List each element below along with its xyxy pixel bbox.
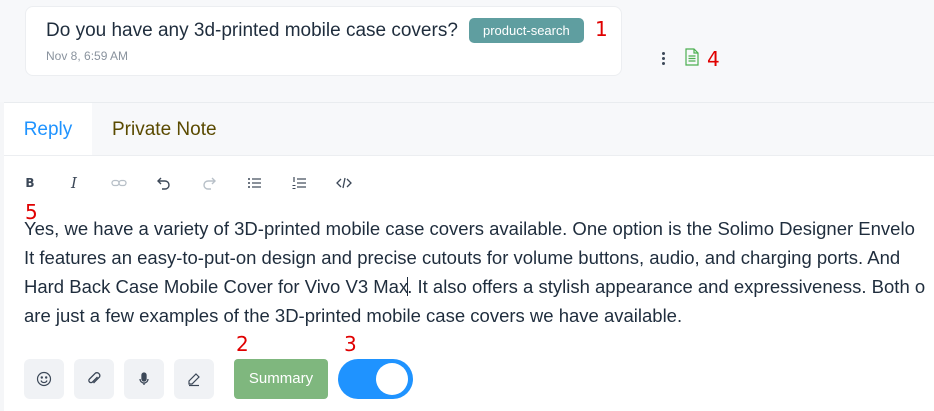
annotation-marker: 1	[595, 17, 608, 41]
toggle-knob	[376, 363, 408, 395]
reply-editor: Reply Private Note B I 5 Yes, we have a …	[4, 102, 934, 411]
reply-line: Yes, we have a variety of 3D-printed mob…	[24, 218, 915, 239]
tab-reply[interactable]: Reply	[4, 103, 92, 155]
annotation-marker: 2	[236, 332, 249, 356]
document-icon[interactable]	[685, 48, 699, 71]
emoji-icon[interactable]	[24, 359, 64, 399]
reply-line: Hard Back Case Mobile Cover for Vivo V3 …	[24, 272, 934, 301]
code-icon[interactable]	[334, 173, 354, 193]
message-bubble: Do you have any 3d-printed mobile case c…	[25, 6, 622, 76]
kebab-vertical-icon[interactable]	[656, 49, 670, 67]
undo-icon[interactable]	[154, 173, 174, 193]
microphone-icon[interactable]	[124, 359, 164, 399]
formatting-toolbar: B I	[4, 169, 404, 197]
annotation-marker: 3	[344, 332, 357, 356]
bullet-list-icon[interactable]	[244, 173, 264, 193]
conversation-area: Do you have any 3d-printed mobile case c…	[0, 0, 934, 102]
attachment-icon[interactable]	[74, 359, 114, 399]
redo-icon[interactable]	[199, 173, 219, 193]
reply-textarea[interactable]: Yes, we have a variety of 3D-printed mob…	[24, 214, 934, 330]
label-tag[interactable]: product-search	[469, 18, 584, 43]
numbered-list-icon[interactable]	[289, 173, 309, 193]
composer-footer: Summary	[4, 359, 934, 399]
message-timestamp: Nov 8, 6:59 AM	[46, 49, 129, 63]
reply-tabs: Reply Private Note	[4, 103, 934, 156]
reply-line: are just a few examples of the 3D-printe…	[24, 305, 683, 326]
reply-line: It features an easy-to-put-on design and…	[24, 247, 901, 268]
toggle-switch[interactable]	[338, 359, 413, 399]
bold-icon[interactable]: B	[20, 173, 40, 193]
tab-private-note[interactable]: Private Note	[112, 103, 217, 155]
italic-icon[interactable]: I	[64, 173, 84, 193]
reply-line-segment: . It also offers a stylish appearance an…	[407, 276, 926, 297]
reply-line-segment: Hard Back Case Mobile Cover for Vivo V3 …	[24, 276, 409, 297]
summary-button[interactable]: Summary	[234, 359, 328, 399]
annotation-marker: 4	[707, 47, 720, 71]
message-text: Do you have any 3d-printed mobile case c…	[46, 20, 458, 41]
signature-icon[interactable]	[174, 359, 214, 399]
link-icon[interactable]	[109, 173, 129, 193]
